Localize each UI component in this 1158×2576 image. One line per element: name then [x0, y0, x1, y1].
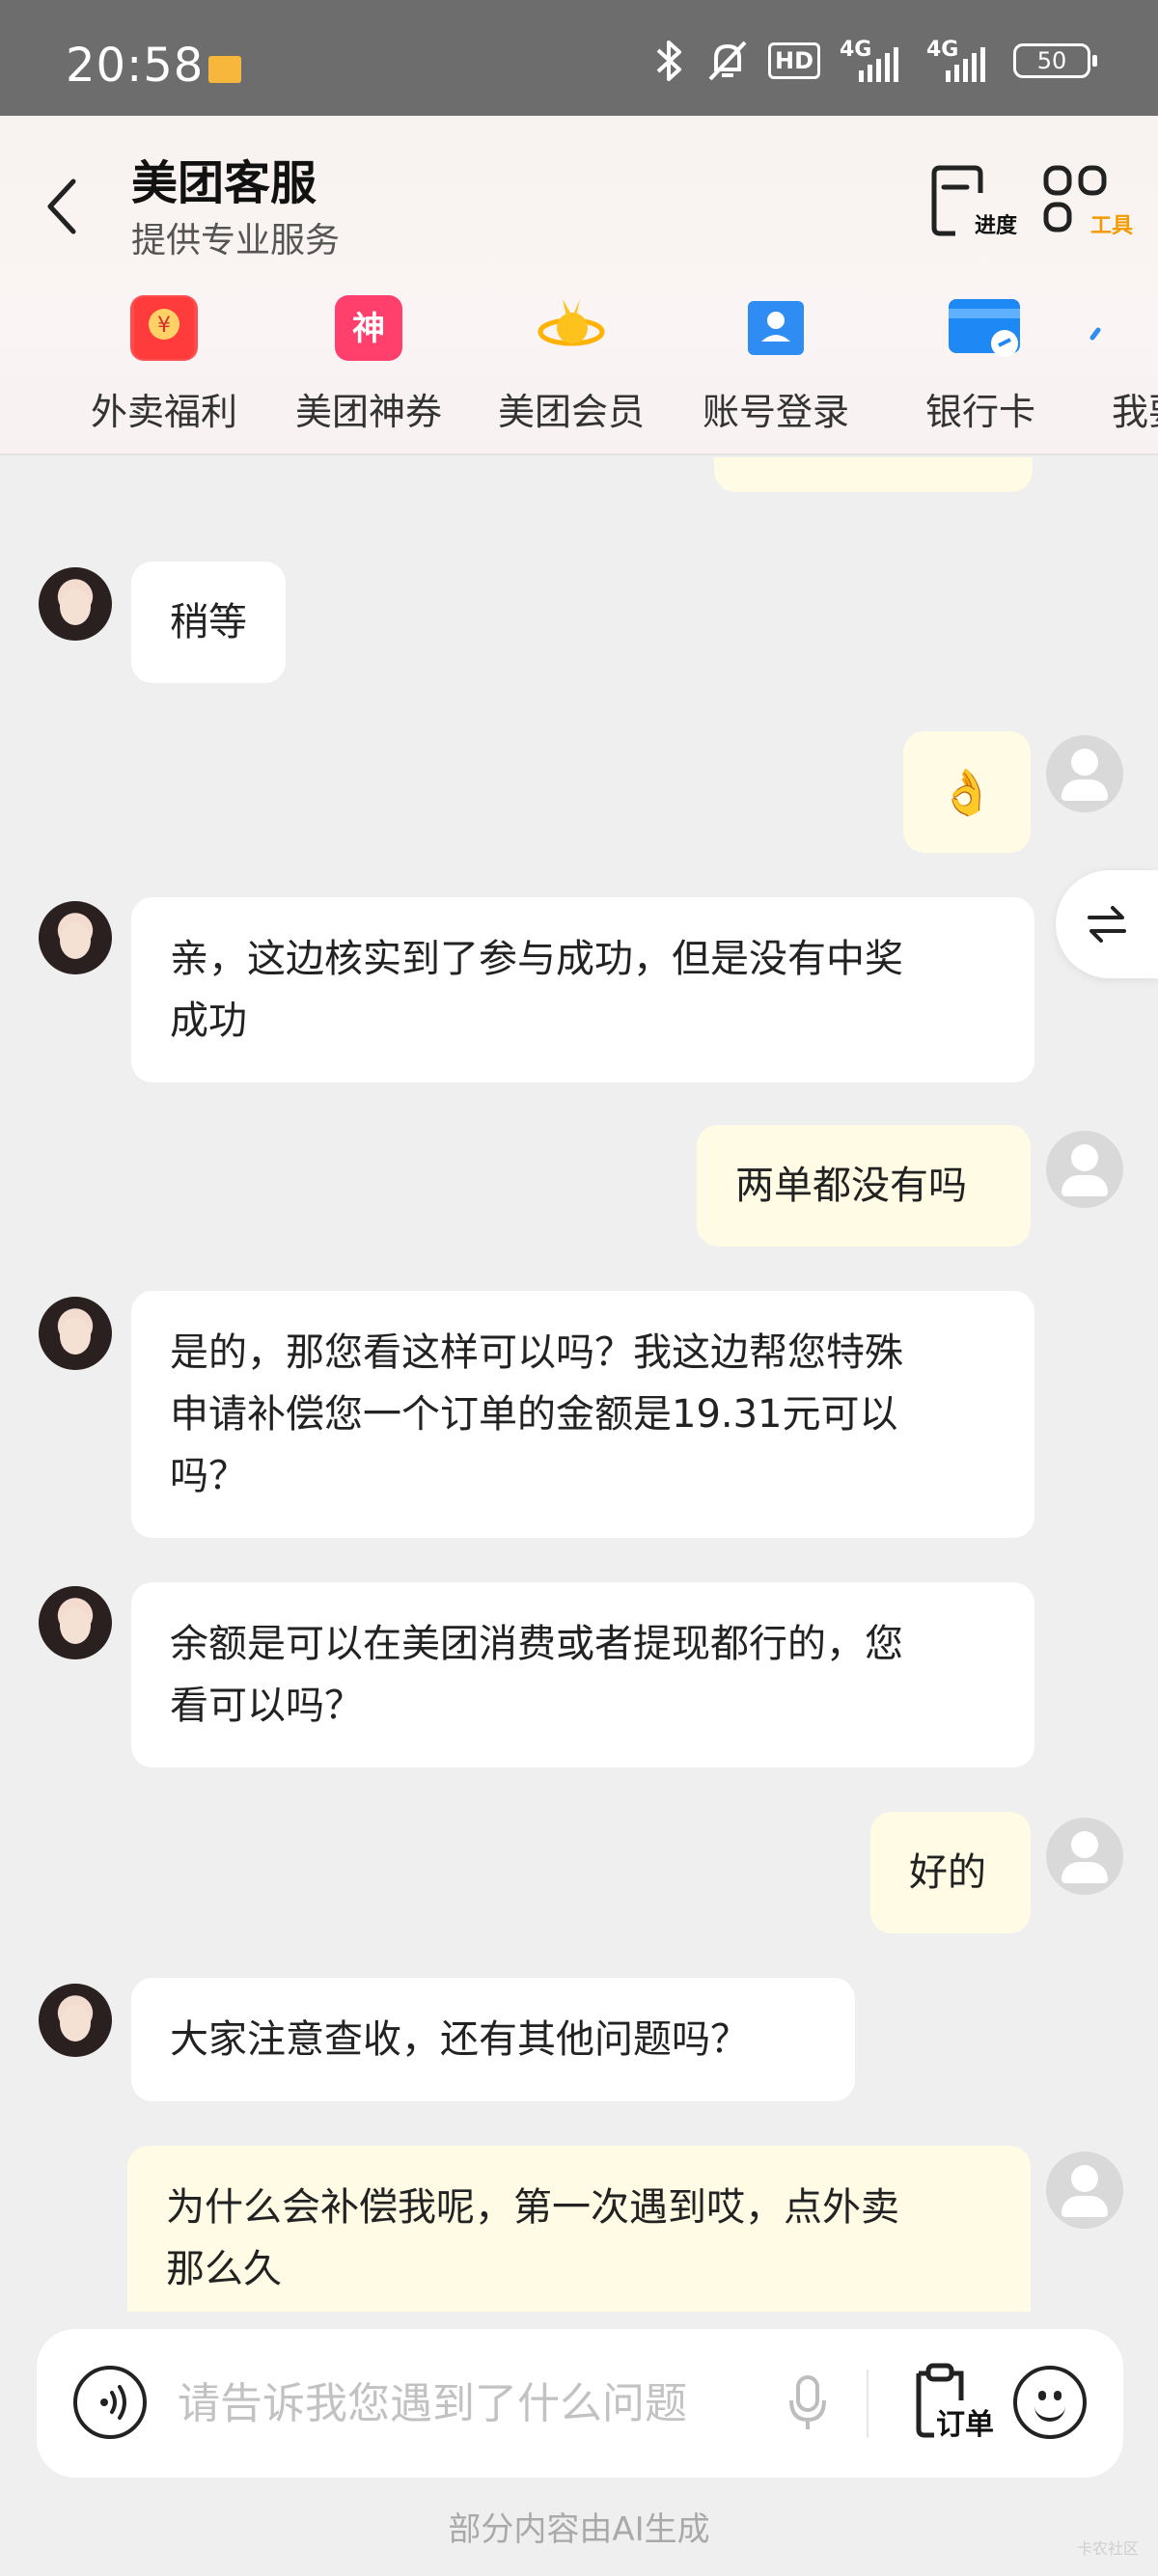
divider	[867, 2370, 868, 2437]
quick-action-label: 我要	[1112, 391, 1158, 433]
agent-avatar	[39, 1984, 112, 2057]
bluetooth-icon	[652, 39, 687, 83]
message-bubble-partial	[714, 457, 1033, 492]
signal-icon: 4G	[840, 40, 907, 82]
signal-icon-2: 4G	[926, 40, 994, 82]
svg-text:神: 神	[352, 310, 385, 348]
order-label: 订单	[934, 2400, 996, 2443]
quick-action-waimai[interactable]: ¥ 外卖福利	[68, 295, 261, 435]
message-text: 好的	[909, 1850, 986, 1895]
message-text: 为什么会补偿我呢，第一次遇到哎，点外卖	[166, 2185, 899, 2230]
quick-action-member[interactable]: 美团会员	[475, 295, 668, 435]
member-kangaroo-icon	[538, 295, 605, 361]
hd-icon: HD	[767, 42, 820, 79]
quick-actions: ¥ 外卖福利 神 美团神券 美团会员 账号登录 银行卡 我	[0, 295, 1158, 440]
agent-avatar	[39, 1297, 112, 1370]
tools-button[interactable]: 工具	[1042, 164, 1133, 241]
voice-toggle-button[interactable]	[73, 2366, 147, 2439]
agent-message: 大家注意查收，还有其他问题吗？	[131, 1978, 855, 2101]
switch-button[interactable]	[1056, 870, 1158, 978]
message-text: 申请补偿您一个订单的金额是19.31元可以	[170, 1392, 898, 1437]
agent-message: 余额是可以在美团消费或者提现都行的，您 看可以吗？	[131, 1582, 1034, 1768]
message-text: 亲，这边核实到了参与成功，但是没有中奖	[170, 937, 903, 981]
user-avatar	[1046, 2151, 1123, 2229]
user-message: 好的	[870, 1812, 1031, 1933]
emoji-button[interactable]	[1013, 2366, 1087, 2439]
agent-message: 是的，那您看这样可以吗？我这边帮您特殊 申请补偿您一个订单的金额是19.31元可…	[131, 1291, 1034, 1538]
quick-action-label: 银行卡	[924, 391, 1035, 433]
message-text: 大家注意查收，还有其他问题吗？	[170, 2017, 749, 2062]
chat-header: 美团客服 提供专业服务 进度 工具 ¥ 外卖福利 神 美团神券 美团会员 账号登…	[0, 116, 1158, 455]
quick-action-coupon[interactable]: 神 美团神券	[272, 295, 465, 435]
agent-avatar	[39, 567, 112, 641]
bank-card-icon	[947, 295, 1020, 361]
red-packet-icon: ¥	[130, 295, 198, 361]
message-icon	[208, 56, 241, 83]
message-text: 吗？	[170, 1454, 247, 1498]
order-button[interactable]: 订单	[905, 2362, 1011, 2445]
tools-label: 工具	[1089, 214, 1133, 238]
agent-message: 亲，这边核实到了参与成功，但是没有中奖 成功	[131, 897, 1034, 1082]
microphone-button[interactable]	[784, 2368, 832, 2439]
user-message: 为什么会补偿我呢，第一次遇到哎，点外卖 那么久	[127, 2146, 1031, 2312]
progress-label: 进度	[974, 214, 1017, 238]
page-title: 美团客服	[131, 156, 317, 210]
progress-button[interactable]: 进度	[926, 164, 1017, 241]
mute-bell-icon	[706, 39, 749, 83]
page-subtitle: 提供专业服务	[131, 221, 341, 260]
status-bar: 20:58 HD 4G 4G 50	[0, 0, 1158, 116]
message-text: 成功	[170, 999, 247, 1043]
ai-disclaimer: 部分内容由AI生成	[448, 2510, 710, 2549]
message-text: 余额是可以在美团消费或者提现都行的，您	[170, 1622, 903, 1666]
chevron-left-icon	[47, 178, 76, 234]
more-icon	[1085, 295, 1143, 361]
message-text: 看可以吗？	[170, 1684, 363, 1728]
back-button[interactable]	[39, 164, 87, 241]
agent-avatar	[39, 901, 112, 974]
user-avatar	[1046, 1131, 1123, 1208]
status-time: 20:58	[66, 39, 205, 93]
user-message-emoji: 👌	[903, 731, 1031, 853]
user-avatar	[1046, 735, 1123, 812]
message-text: 两单都没有吗	[735, 1164, 967, 1208]
account-icon	[742, 295, 810, 361]
swap-arrows-icon	[1088, 906, 1126, 943]
quick-action-label: 账号登录	[702, 391, 849, 433]
chat-list[interactable]: 稍等 👌 亲，这边核实到了参与成功，但是没有中奖 成功 两单都没有吗 是的，那您…	[0, 457, 1158, 2312]
quick-action-label: 美团神券	[294, 391, 442, 433]
shen-coupon-icon: 神	[335, 295, 402, 361]
agent-avatar	[39, 1586, 112, 1659]
user-message: 两单都没有吗	[697, 1125, 1031, 1247]
quick-action-label: 美团会员	[497, 391, 645, 433]
smile-icon	[1034, 2402, 1065, 2422]
quick-action-label: 外卖福利	[90, 391, 237, 433]
message-text: 是的，那您看这样可以吗？我这边帮您特殊	[170, 1330, 903, 1375]
voice-wave-icon	[100, 2385, 126, 2420]
agent-message: 稍等	[131, 562, 286, 683]
user-avatar	[1046, 1818, 1123, 1895]
quick-action-bankcard[interactable]: 银行卡	[884, 295, 1077, 435]
svg-text:¥: ¥	[157, 314, 171, 338]
quick-action-more[interactable]: 我要	[1085, 295, 1158, 435]
quick-action-account[interactable]: 账号登录	[679, 295, 872, 435]
watermark: 卡农社区	[1076, 2539, 1139, 2558]
input-bar: 订单	[37, 2329, 1123, 2478]
microphone-icon	[789, 2375, 826, 2429]
message-text: 那么久	[166, 2247, 282, 2291]
message-text: 稍等	[170, 600, 247, 644]
status-icons: HD 4G 4G 50	[652, 37, 1097, 85]
message-input[interactable]	[178, 2368, 776, 2439]
battery-icon: 50	[1013, 43, 1097, 78]
